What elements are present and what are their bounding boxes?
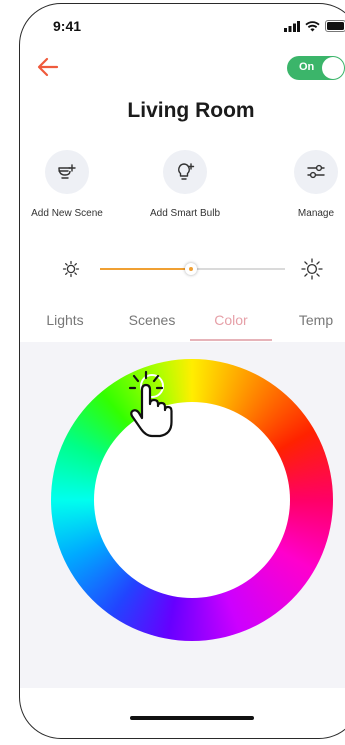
status-bar: 9:41 bbox=[20, 4, 345, 48]
tab-lights[interactable]: Lights bbox=[25, 312, 105, 328]
tab-color[interactable]: Color bbox=[191, 312, 271, 328]
tab-bar: Lights Scenes Color Temp bbox=[20, 312, 345, 342]
tab-scenes[interactable]: Scenes bbox=[112, 312, 192, 328]
page-title: Living Room bbox=[127, 99, 255, 122]
add-scene-icon bbox=[45, 150, 89, 194]
status-time: 9:41 bbox=[53, 18, 82, 34]
color-panel bbox=[20, 342, 345, 688]
add-smart-bulb-label: Add Smart Bulb bbox=[149, 208, 221, 219]
add-smart-bulb-button[interactable]: Add Smart Bulb bbox=[135, 150, 235, 219]
wifi-icon bbox=[305, 19, 320, 37]
add-new-scene-label: Add New Scene bbox=[31, 208, 103, 219]
active-tab-indicator bbox=[190, 339, 272, 341]
sliders-icon bbox=[294, 150, 338, 194]
home-indicator[interactable] bbox=[130, 716, 254, 720]
manage-button[interactable]: Manage bbox=[266, 150, 345, 219]
battery-icon bbox=[325, 19, 345, 37]
sun-dim-icon bbox=[61, 259, 81, 284]
brightness-slider-fill bbox=[100, 268, 191, 270]
add-bulb-icon bbox=[163, 150, 207, 194]
brightness-slider[interactable] bbox=[100, 263, 285, 275]
color-wheel[interactable] bbox=[51, 359, 333, 641]
signal-icon bbox=[284, 19, 300, 37]
brightness-control bbox=[20, 254, 345, 284]
status-icons bbox=[284, 19, 345, 37]
power-toggle-label: On bbox=[299, 61, 315, 73]
tab-temp[interactable]: Temp bbox=[276, 312, 345, 328]
manage-label: Manage bbox=[297, 208, 335, 219]
tap-hand-icon bbox=[116, 366, 178, 438]
toggle-knob bbox=[322, 57, 344, 79]
sun-bright-icon bbox=[300, 257, 324, 286]
arrow-left-icon[interactable] bbox=[35, 54, 61, 80]
brightness-slider-thumb[interactable] bbox=[185, 263, 197, 275]
phone-frame: 9:41 On Living Room Add New Scene Add Sm… bbox=[19, 3, 345, 739]
power-toggle[interactable]: On bbox=[287, 56, 345, 80]
add-new-scene-button[interactable]: Add New Scene bbox=[20, 150, 117, 219]
